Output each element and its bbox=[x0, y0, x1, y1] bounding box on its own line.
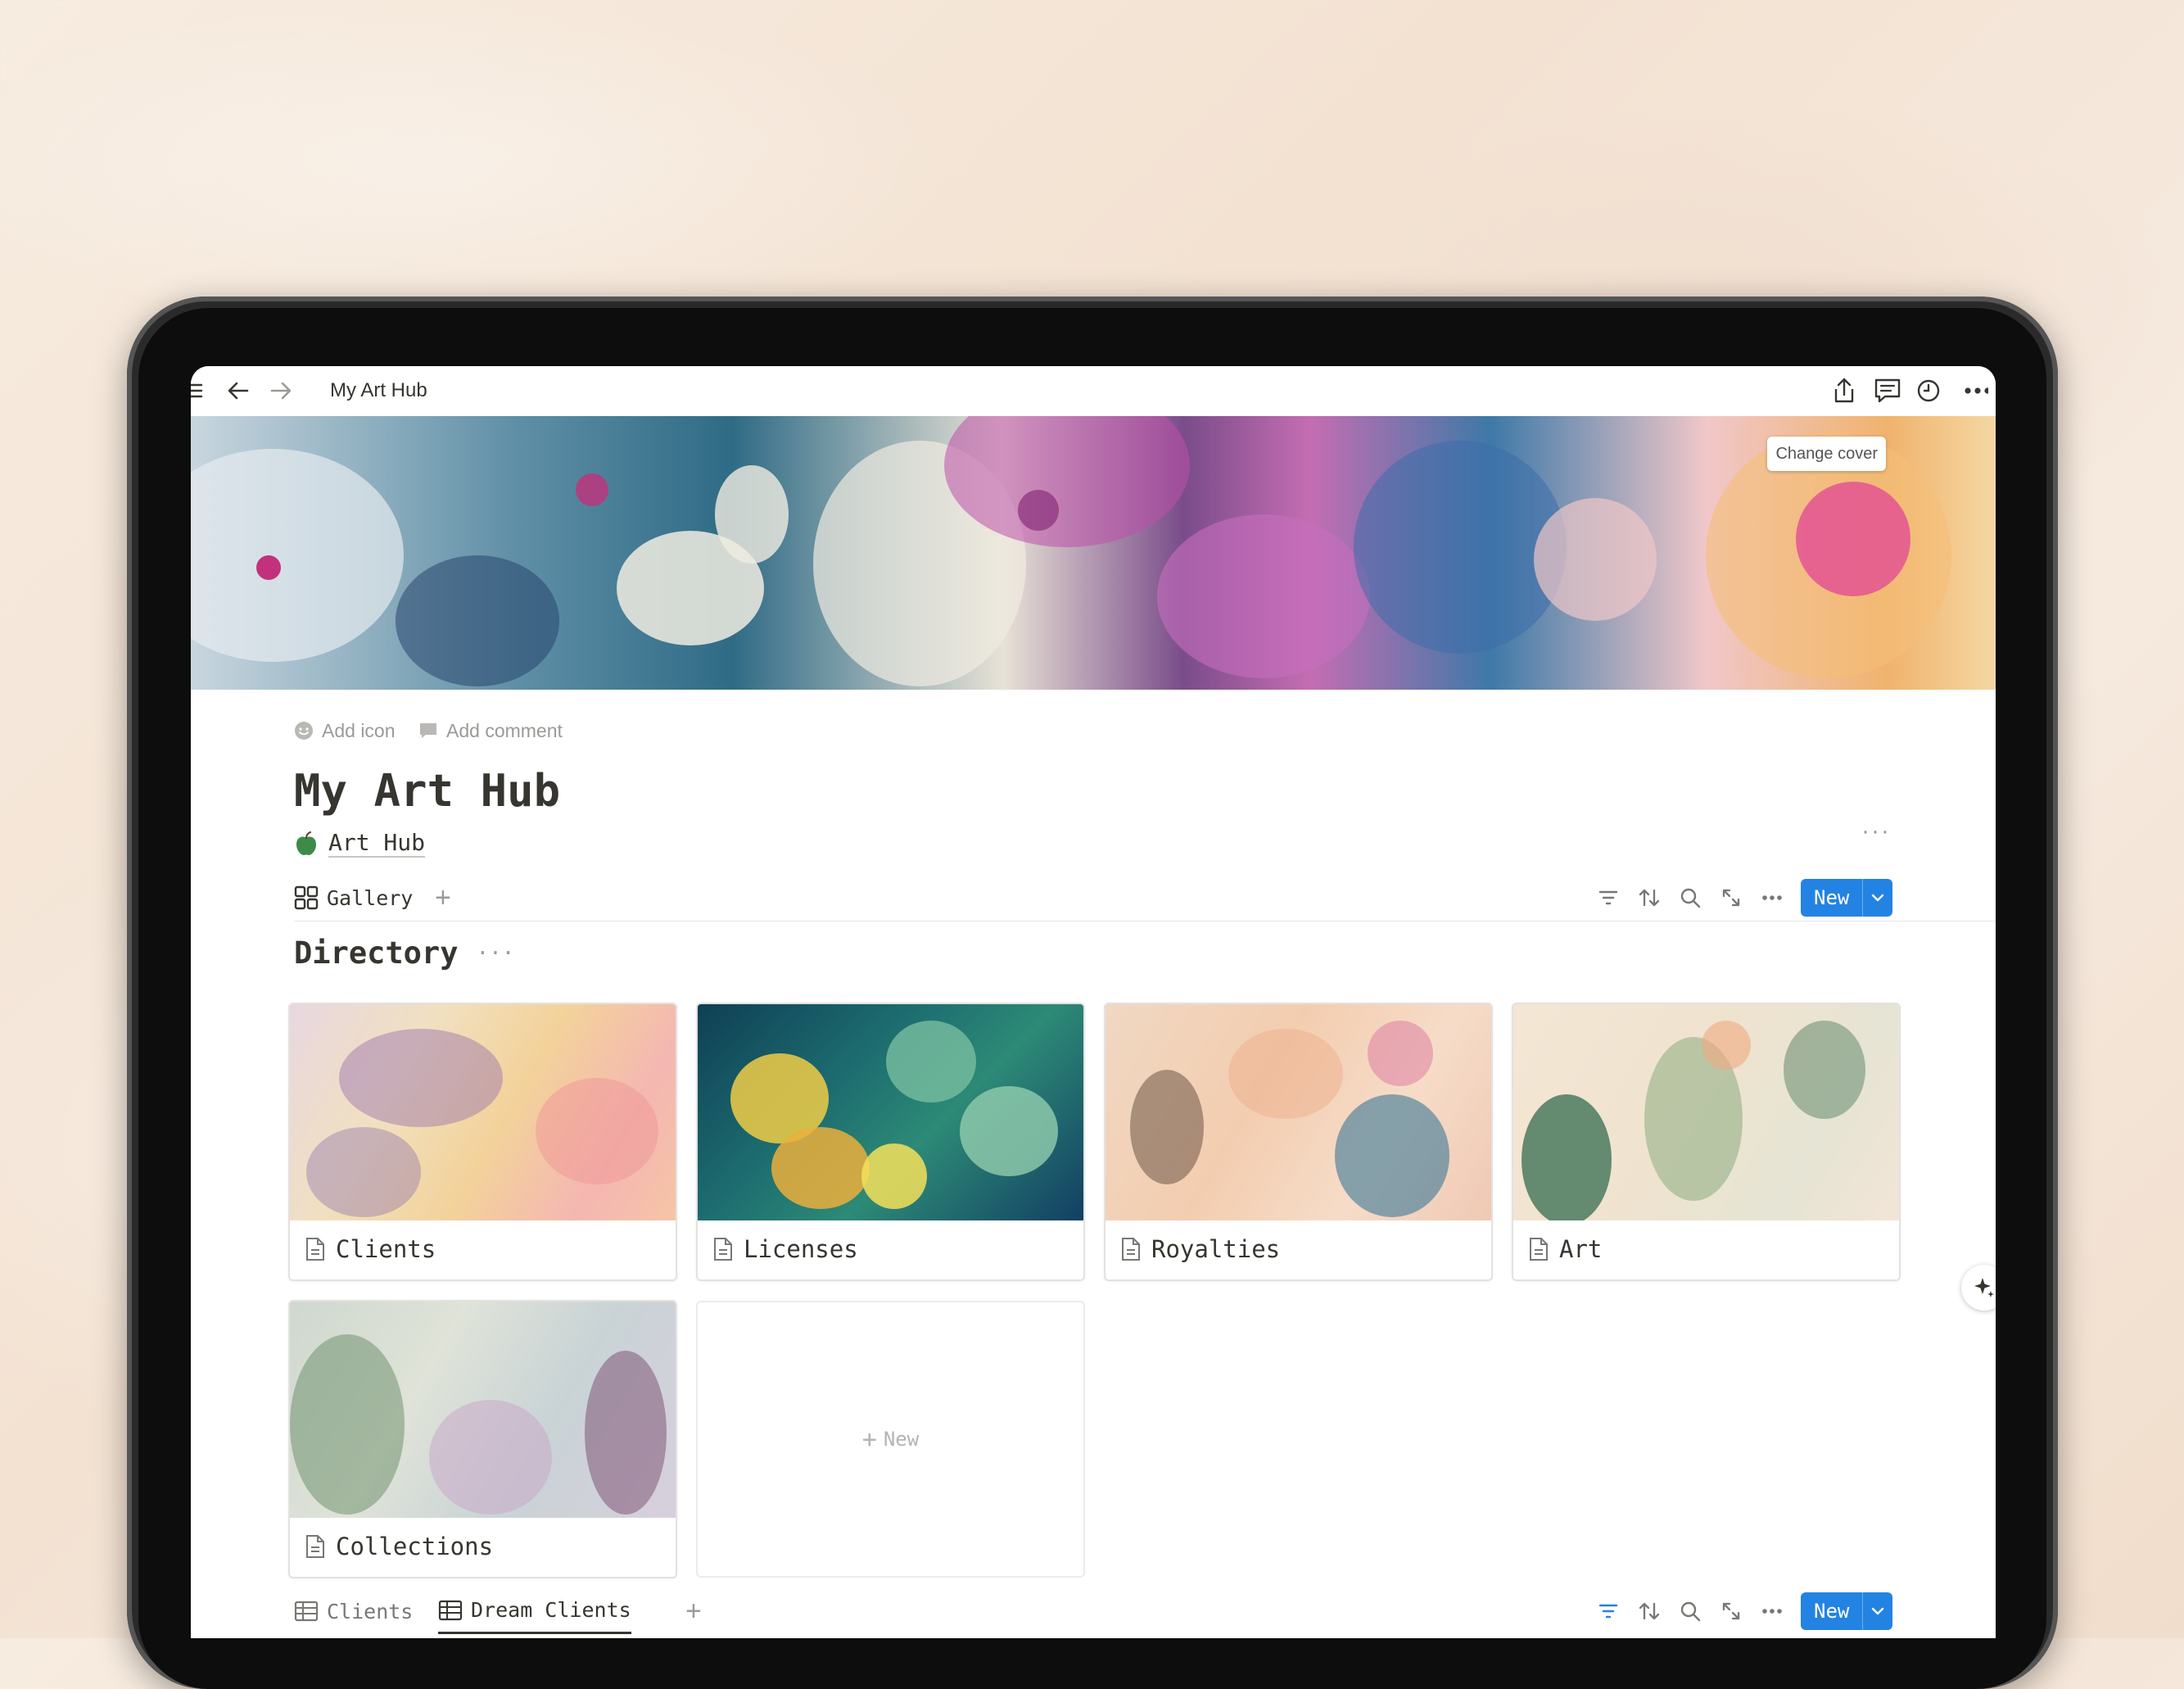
expand-icon[interactable] bbox=[1711, 1592, 1752, 1631]
tab-dream-clients-label: Dream Clients bbox=[471, 1598, 631, 1622]
tab-dream-clients[interactable]: Dream Clients bbox=[438, 1588, 631, 1634]
new-card-button[interactable]: + New bbox=[696, 1301, 1085, 1578]
gallery-card-art[interactable]: Art bbox=[1512, 1003, 1901, 1281]
more-icon[interactable] bbox=[1960, 374, 1992, 407]
breadcrumb[interactable]: My Art Hub bbox=[330, 374, 427, 407]
back-arrow-icon[interactable] bbox=[222, 374, 255, 407]
plus-icon: + bbox=[861, 1424, 877, 1454]
page-icon bbox=[1530, 1238, 1548, 1261]
table-icon bbox=[438, 1600, 463, 1620]
card-cover bbox=[1106, 1004, 1491, 1220]
page-icon bbox=[306, 1238, 324, 1261]
sort-icon[interactable] bbox=[1629, 878, 1670, 917]
top-bar: My Art Hub bbox=[191, 366, 1996, 416]
filter-icon[interactable] bbox=[1588, 878, 1629, 917]
card-label: Royalties bbox=[1151, 1235, 1281, 1263]
view-toolbar: New bbox=[1588, 878, 1893, 917]
app-screen: My Art Hub Change cover Add icon Add com… bbox=[191, 366, 1996, 1638]
card-label: Art bbox=[1559, 1235, 1603, 1263]
card-title: Art bbox=[1528, 1220, 1602, 1278]
relation-label: Art Hub bbox=[328, 829, 426, 858]
new-button-2[interactable]: New bbox=[1801, 1592, 1893, 1630]
card-label: Collections bbox=[336, 1533, 494, 1560]
card-title: Collections bbox=[305, 1518, 493, 1575]
page-cover[interactable]: Change cover bbox=[191, 416, 1996, 690]
directory-title: Directory bbox=[294, 935, 459, 971]
card-title: Licenses bbox=[712, 1220, 858, 1278]
page-more-icon[interactable]: ··· bbox=[1861, 817, 1891, 845]
page-icon bbox=[1122, 1238, 1140, 1261]
updates-clock-icon[interactable] bbox=[1912, 374, 1945, 407]
add-view-icon-2[interactable]: + bbox=[685, 1588, 702, 1634]
tab-clients[interactable]: Clients bbox=[294, 1588, 413, 1634]
gallery-card-licenses[interactable]: Licenses bbox=[696, 1003, 1085, 1281]
add-view-icon[interactable]: + bbox=[435, 875, 451, 921]
forward-arrow-icon[interactable] bbox=[265, 374, 297, 407]
new-button-label: New bbox=[1801, 879, 1863, 917]
new-button-label: New bbox=[1801, 1592, 1863, 1630]
view-more-icon[interactable] bbox=[1752, 878, 1793, 917]
gallery-grid-icon bbox=[294, 885, 319, 910]
menu-icon[interactable] bbox=[191, 374, 210, 407]
card-cover bbox=[1513, 1004, 1899, 1220]
card-cover bbox=[290, 1004, 676, 1220]
expand-icon[interactable] bbox=[1711, 878, 1752, 917]
card-title: Royalties bbox=[1120, 1220, 1280, 1278]
chevron-down-icon[interactable] bbox=[1862, 879, 1893, 917]
search-icon[interactable] bbox=[1670, 878, 1711, 917]
view-more-icon[interactable] bbox=[1752, 1592, 1793, 1631]
tab-gallery[interactable]: Gallery bbox=[294, 875, 413, 921]
green-apple-icon bbox=[296, 831, 316, 855]
card-label: Licenses bbox=[744, 1235, 858, 1263]
search-icon[interactable] bbox=[1670, 1592, 1711, 1631]
gallery-card-royalties[interactable]: Royalties bbox=[1104, 1003, 1493, 1281]
tab-gallery-label: Gallery bbox=[327, 885, 414, 910]
relation-link[interactable]: Art Hub bbox=[294, 829, 426, 858]
add-icon-button[interactable]: Add icon bbox=[294, 714, 396, 747]
add-comment-label: Add comment bbox=[446, 719, 563, 741]
tab-clients-label: Clients bbox=[327, 1599, 414, 1623]
directory-heading[interactable]: Directory ··· bbox=[294, 935, 514, 971]
comments-icon[interactable] bbox=[1871, 374, 1904, 407]
new-card-label: New bbox=[883, 1428, 920, 1451]
add-comment-button[interactable]: Add comment bbox=[418, 714, 563, 747]
card-cover bbox=[698, 1004, 1083, 1220]
smiley-icon bbox=[295, 722, 313, 740]
card-title: Clients bbox=[305, 1220, 436, 1278]
gallery-card-clients[interactable]: Clients bbox=[288, 1003, 677, 1281]
card-cover bbox=[290, 1302, 676, 1518]
directory-more-icon[interactable]: ··· bbox=[476, 941, 514, 966]
comment-icon bbox=[420, 723, 436, 738]
filter-icon-active[interactable] bbox=[1588, 1592, 1629, 1631]
gallery-card-collections[interactable]: Collections bbox=[288, 1300, 677, 1578]
view-toolbar-2: New bbox=[1588, 1592, 1893, 1631]
table-icon bbox=[294, 1601, 319, 1622]
card-label: Clients bbox=[336, 1235, 436, 1263]
change-cover-button[interactable]: Change cover bbox=[1767, 437, 1886, 471]
share-icon[interactable] bbox=[1828, 374, 1861, 407]
page-icon bbox=[714, 1238, 732, 1261]
sort-icon[interactable] bbox=[1629, 1592, 1670, 1631]
page-icon bbox=[306, 1535, 324, 1558]
add-icon-label: Add icon bbox=[322, 719, 396, 741]
page-title[interactable]: My Art Hub bbox=[294, 765, 560, 817]
chevron-down-icon[interactable] bbox=[1862, 1592, 1893, 1630]
new-button[interactable]: New bbox=[1801, 879, 1893, 917]
